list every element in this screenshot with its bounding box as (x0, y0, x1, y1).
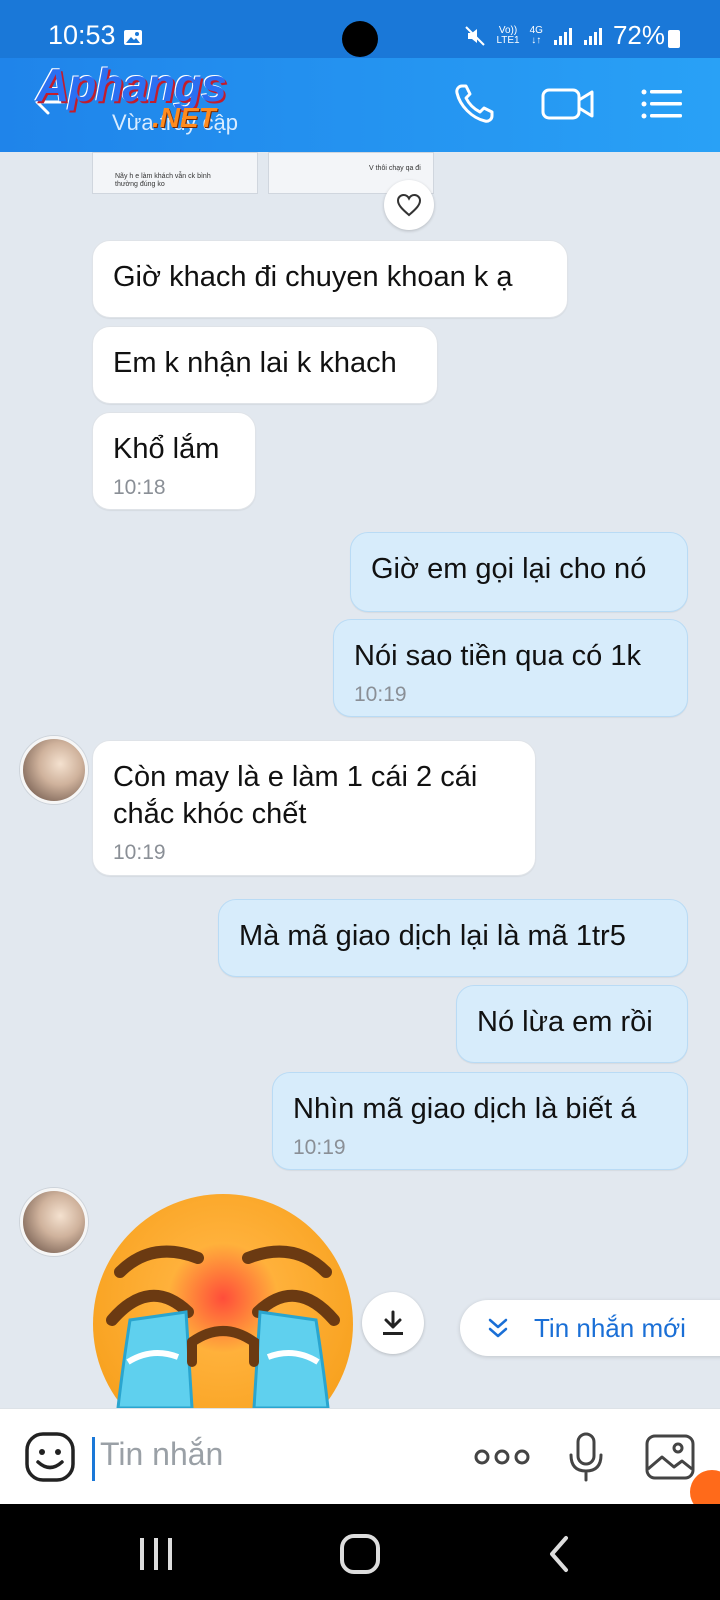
home-icon[interactable] (338, 1532, 382, 1576)
video-call-icon[interactable] (540, 80, 596, 128)
contact-avatar[interactable] (20, 1188, 88, 1256)
recent-apps-icon[interactable] (134, 1532, 178, 1576)
message-bubble-incoming[interactable]: Giờ khach đi chuyen khoan k ạ (92, 240, 568, 318)
message-bubble-incoming[interactable]: Em k nhận lai k khach (92, 326, 438, 404)
system-navigation-bar (0, 1504, 720, 1600)
thumbnail-left[interactable]: Nãy h e làm khách vẫn ck bình thường đún… (92, 152, 258, 194)
text-caret (92, 1437, 95, 1481)
message-time: 10:19 (354, 683, 407, 706)
status-indicators: Vo)) LTE1 4G ↓↑ 72% (464, 20, 665, 51)
new-messages-button[interactable]: Tin nhắn mới (460, 1300, 720, 1356)
message-text: Khổ lắm (113, 433, 220, 465)
battery-percent: 72% (612, 20, 665, 50)
battery-icon (668, 30, 680, 48)
react-heart-button[interactable] (384, 180, 434, 230)
message-bubble-incoming[interactable]: Khổ lắm 10:18 (92, 412, 256, 510)
message-text: Giờ em gọi lại cho nó (371, 553, 647, 585)
message-bubble-incoming[interactable]: Còn may là e làm 1 cái 2 cái chắc khóc c… (92, 740, 536, 876)
message-time: 10:18 (113, 476, 166, 499)
message-text: Giờ khach đi chuyen khoan k ạ (113, 261, 513, 293)
gallery-notification-icon (124, 30, 142, 45)
status-bar: 10:53 Vo)) LTE1 4G ↓↑ 72% (0, 0, 720, 58)
chevron-down-icon (488, 1318, 508, 1338)
menu-icon[interactable] (638, 80, 686, 128)
more-icon[interactable] (474, 1445, 530, 1469)
net-type: 4G ↓↑ (529, 24, 543, 46)
signal-icon (553, 27, 572, 45)
message-bubble-outgoing[interactable]: Nói sao tiền qua có 1k 10:19 (333, 619, 688, 717)
contact-avatar[interactable] (20, 736, 88, 804)
new-messages-label: Tin nhắn mới (534, 1312, 686, 1343)
image-icon[interactable] (644, 1433, 696, 1481)
message-bubble-outgoing[interactable]: Giờ em gọi lại cho nó (350, 532, 688, 612)
status-time: 10:53 (48, 20, 116, 50)
message-bubble-outgoing[interactable]: Mà mã giao dịch lại là mã 1tr5 (218, 899, 688, 977)
image-message-thumbnails[interactable]: Nãy h e làm khách vẫn ck bình thường đún… (92, 152, 436, 194)
download-button[interactable] (362, 1292, 424, 1354)
message-text: Em k nhận lai k khach (113, 347, 397, 379)
message-text: Mà mã giao dịch lại là mã 1tr5 (239, 920, 626, 952)
sticker-icon[interactable] (24, 1431, 76, 1483)
chat-header: Vừa truy cập Aphangs .NET (0, 58, 720, 152)
crying-face-sticker[interactable] (92, 1192, 354, 1408)
heart-icon (396, 193, 422, 217)
back-nav-icon[interactable] (538, 1532, 582, 1576)
message-time: 10:19 (113, 841, 166, 864)
message-text: Còn may là e làm 1 cái 2 cái chắc khóc c… (113, 761, 478, 830)
message-bubble-outgoing[interactable]: Nhìn mã giao dịch là biết á 10:19 (272, 1072, 688, 1170)
mute-icon (465, 25, 486, 46)
watermark-logo-suffix: .NET (152, 102, 216, 133)
microphone-icon[interactable] (566, 1431, 606, 1483)
message-bubble-outgoing[interactable]: Nó lừa em rồi (456, 985, 688, 1063)
message-text: Nó lừa em rồi (477, 1006, 653, 1038)
message-composer (0, 1408, 720, 1505)
volte-indicator: Vo)) LTE1 (496, 24, 520, 46)
message-input[interactable] (98, 1435, 442, 1474)
message-time: 10:19 (293, 1136, 346, 1159)
message-text: Nói sao tiền qua có 1k (354, 640, 641, 672)
signal-icon-2 (583, 27, 602, 45)
message-text: Nhìn mã giao dịch là biết á (293, 1093, 637, 1125)
camera-cutout (342, 21, 378, 57)
download-icon (383, 1310, 403, 1335)
phone-icon[interactable] (450, 80, 498, 128)
